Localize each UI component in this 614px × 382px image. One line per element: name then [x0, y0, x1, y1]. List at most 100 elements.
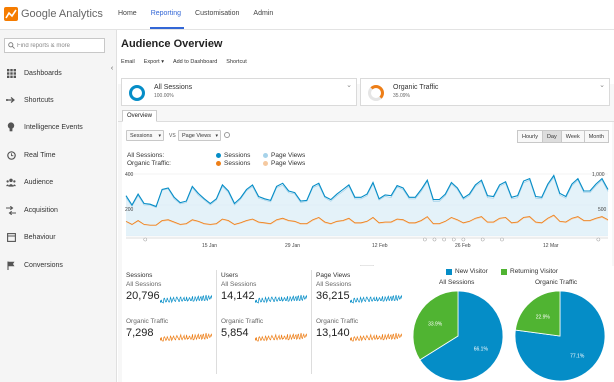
sparkline-path: [350, 332, 402, 342]
segment-ring-icon: [129, 85, 145, 101]
search-icon: [8, 42, 15, 49]
metric-value: 7,298: [126, 327, 154, 339]
sidebar-item-label: Conversions: [24, 261, 63, 269]
period-selector: Hourly Day Week Month: [517, 130, 609, 143]
sidebar-item-label: Dashboards: [24, 69, 62, 77]
acquisition-arrows-icon: [6, 205, 16, 215]
vs-label: VS: [169, 133, 176, 139]
sparkline: [160, 294, 212, 304]
sparkline: [255, 332, 307, 342]
segment-card-all-sessions[interactable]: All Sessions 100.00% ⌄: [121, 78, 357, 106]
clock-icon: [6, 150, 16, 160]
legend-pageviews-all: Page Views: [263, 152, 305, 159]
google-analytics-logo[interactable]: Google Analytics: [4, 7, 103, 21]
segment-ring-icon: [368, 85, 384, 101]
sidebar-item-conversions[interactable]: Conversions: [0, 256, 117, 274]
metric-users[interactable]: Users All Sessions 14,142 Organic Traffi…: [217, 266, 307, 382]
active-nav-underline: [150, 27, 184, 29]
nav-admin[interactable]: Admin: [253, 10, 273, 17]
nav-reporting[interactable]: Reporting: [151, 10, 181, 17]
nav-home[interactable]: Home: [118, 10, 137, 17]
sidebar-item-acquisition[interactable]: Acquisition: [0, 201, 117, 219]
annotation-marker: [500, 237, 504, 242]
sidebar-item-real-time[interactable]: Real Time: [0, 146, 117, 164]
period-week-button[interactable]: Week: [560, 130, 585, 143]
metric-page-views[interactable]: Page Views All Sessions 36,215 Organic T…: [312, 266, 402, 382]
metric-value: 20,796: [126, 290, 160, 302]
segment-name: All Sessions: [154, 84, 193, 91]
grid-icon: [6, 68, 16, 78]
chevron-down-icon[interactable]: ⌄: [346, 81, 352, 89]
tabs-row: Overview: [118, 110, 614, 122]
metric1-dropdown[interactable]: Sessions: [126, 130, 164, 141]
metric-segment-label: Organic Traffic: [316, 318, 359, 325]
pie-label-new: 77.1%: [570, 354, 585, 360]
legend-row-all-sessions: All Sessions:: [127, 152, 165, 159]
brand-name: Google Analytics: [21, 8, 103, 20]
search-input[interactable]: [17, 42, 102, 49]
chevron-down-icon[interactable]: ⌄: [599, 81, 605, 89]
page-icon: [6, 232, 16, 242]
report-actions: Email Export ▾ Add to Dashboard Shortcut: [121, 59, 256, 65]
top-bar: Google Analytics Home Reporting Customis…: [0, 0, 614, 30]
segment-percent: 100.00%: [154, 93, 174, 99]
legend-text: Page Views: [271, 160, 306, 167]
add-to-dashboard-button[interactable]: Add to Dashboard: [173, 59, 217, 65]
legend-returning-visitor: Returning Visitor: [501, 268, 558, 275]
sparkline: [350, 332, 402, 342]
metric-segment-label: All Sessions: [316, 281, 352, 288]
email-button[interactable]: Email: [121, 59, 135, 65]
x-tick: 15 Jan: [202, 243, 218, 249]
metric-header: Users: [221, 272, 238, 279]
annotation-marker: [143, 237, 148, 242]
sparkline-path: [255, 332, 307, 342]
metric-segment-label: All Sessions: [221, 281, 257, 288]
sidebar-item-dashboards[interactable]: Dashboards: [0, 64, 117, 82]
metric-sessions[interactable]: Sessions All Sessions 20,796 Organic Tra…: [122, 266, 212, 382]
annotation-marker: [442, 237, 446, 242]
legend-sessions-organic: Sessions: [216, 160, 250, 167]
x-tick: 26 Feb: [455, 243, 471, 249]
sparkline-path: [160, 294, 212, 304]
sidebar-item-shortcuts[interactable]: Shortcuts: [0, 91, 117, 109]
shortcut-button[interactable]: Shortcut: [226, 59, 246, 65]
y-tick-right-500: 500: [598, 207, 607, 213]
pie-label-returning: 33.9%: [428, 321, 443, 327]
sidebar-item-audience[interactable]: Audience: [0, 173, 117, 191]
sidebar-item-intelligence-events[interactable]: Intelligence Events: [0, 118, 117, 136]
pie-chart-all-sessions[interactable]: 33.9% 66.1%: [410, 288, 506, 382]
metric-header: Page Views: [316, 272, 351, 279]
metric-value: 5,854: [221, 327, 249, 339]
sidebar-item-label: Audience: [24, 178, 54, 186]
nav-customisation[interactable]: Customisation: [195, 10, 239, 17]
metric-segment-label: Organic Traffic: [221, 318, 264, 325]
legend-dot: [216, 161, 221, 166]
metric-value: 14,142: [221, 290, 255, 302]
segment-card-organic-traffic[interactable]: Organic Traffic 35.09% ⌄: [360, 78, 610, 106]
sidebar-item-label: Acquisition: [24, 206, 58, 214]
annotation-marker: [432, 237, 437, 242]
pie-chart-organic[interactable]: 22.9% 77.1%: [512, 288, 608, 382]
pie-label-returning: 22.9%: [536, 314, 551, 320]
period-month-button[interactable]: Month: [583, 130, 609, 143]
legend-text: Page Views: [271, 152, 306, 159]
page-title: Audience Overview: [121, 38, 223, 50]
segment-name: Organic Traffic: [393, 84, 439, 91]
sparkline-path: [160, 332, 212, 342]
period-day-button[interactable]: Day: [541, 130, 562, 143]
sidebar: ‹ Dashboards Shortcuts Intelligence Even…: [0, 30, 117, 382]
metric2-dropdown[interactable]: Page Views: [178, 130, 221, 141]
sidebar-item-label: Real Time: [24, 151, 56, 159]
sparkline-path: [350, 294, 402, 304]
tab-overview[interactable]: Overview: [122, 110, 158, 122]
info-icon[interactable]: [224, 132, 230, 138]
sparkline: [350, 294, 402, 304]
export-button[interactable]: Export ▾: [144, 59, 164, 65]
annotation-marker: [461, 237, 466, 242]
x-tick: 12 Mar: [543, 243, 559, 249]
line-chart[interactable]: [122, 168, 612, 264]
sidebar-item-behaviour[interactable]: Behaviour: [0, 228, 117, 246]
period-hourly-button[interactable]: Hourly: [517, 130, 543, 143]
metric-value: 13,140: [316, 327, 350, 339]
search-box[interactable]: [4, 38, 105, 53]
